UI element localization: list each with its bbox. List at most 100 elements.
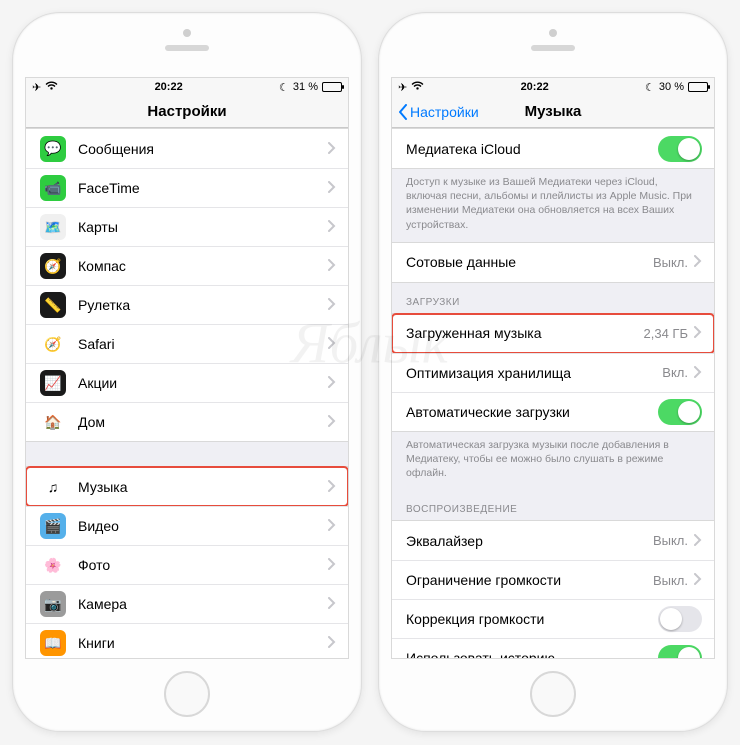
nav-bar: Настройки xyxy=(26,96,348,128)
optimize-storage-row[interactable]: Оптимизация хранилища Вкл. xyxy=(392,353,714,392)
chevron-right-icon xyxy=(328,219,336,235)
sound-check-row[interactable]: Коррекция громкости xyxy=(392,599,714,638)
photos-icon: 🌸 xyxy=(40,552,66,578)
home-button[interactable] xyxy=(530,671,576,717)
downloads-header: ЗАГРУЗКИ xyxy=(392,283,714,313)
row-label: Сообщения xyxy=(78,141,328,157)
row-label: FaceTime xyxy=(78,180,328,196)
battery-percent: 31 % xyxy=(293,81,318,93)
chevron-right-icon xyxy=(328,141,336,157)
cellular-data-row[interactable]: Сотовые данные Выкл. xyxy=(392,243,714,282)
measure-icon: 📏 xyxy=(40,292,66,318)
row-label: Медиатека iCloud xyxy=(406,141,658,157)
settings-row-facetime[interactable]: 📹 FaceTime xyxy=(26,168,348,207)
equalizer-row[interactable]: Эквалайзер Выкл. xyxy=(392,521,714,560)
settings-row-stocks[interactable]: 📈Акции xyxy=(26,363,348,402)
camera-dot xyxy=(183,29,191,37)
row-label: Сотовые данные xyxy=(406,254,653,270)
airplane-icon: ✈ xyxy=(32,81,41,94)
books-icon: 📖 xyxy=(40,630,66,656)
chevron-right-icon xyxy=(694,533,702,549)
row-label: Коррекция громкости xyxy=(406,611,658,627)
row-label: Ограничение громкости xyxy=(406,572,653,588)
back-button[interactable]: Настройки xyxy=(398,96,479,127)
settings-row-books[interactable]: 📖 Книги xyxy=(26,623,348,658)
row-label: Рулетка xyxy=(78,297,328,313)
phone-frame-right: ✈ 20:22 ☾ 30 % Настройки Музыка Мед xyxy=(378,12,728,732)
safari-icon: 🧭 xyxy=(40,331,66,357)
settings-row-photos[interactable]: 🌸 Фото xyxy=(26,545,348,584)
toggle-switch[interactable] xyxy=(658,136,702,162)
nav-title: Музыка xyxy=(525,103,582,120)
chevron-right-icon xyxy=(694,365,702,381)
settings-row-compass[interactable]: 🧭 Компас xyxy=(26,246,348,285)
icloud-footer: Доступ к музыке из Вашей Медиатеки через… xyxy=(392,169,714,242)
row-detail: Выкл. xyxy=(653,573,688,588)
toggle-switch[interactable] xyxy=(658,645,702,658)
chevron-right-icon xyxy=(328,336,336,352)
screen-right: ✈ 20:22 ☾ 30 % Настройки Музыка Мед xyxy=(391,77,715,659)
moon-icon: ☾ xyxy=(645,81,655,94)
compass-icon: 🧭 xyxy=(40,253,66,279)
wifi-icon xyxy=(411,81,424,94)
row-label: Компас xyxy=(78,258,328,274)
wifi-icon xyxy=(45,81,58,94)
music-icon: ♫ xyxy=(40,474,66,500)
status-time: 20:22 xyxy=(521,81,549,93)
row-label: Книги xyxy=(78,635,328,651)
screen-left: ✈ 20:22 ☾ 31 % Настройки 💬Сообщения 📹 Face… xyxy=(25,77,349,659)
row-label: Загруженная музыка xyxy=(406,325,644,341)
toggle-switch[interactable] xyxy=(658,606,702,632)
row-label: Видео xyxy=(78,518,328,534)
toggle-switch[interactable] xyxy=(658,399,702,425)
row-label: Safari xyxy=(78,336,328,352)
chevron-right-icon xyxy=(694,572,702,588)
row-detail: 2,34 ГБ xyxy=(644,326,688,341)
row-label: Фото xyxy=(78,557,328,573)
row-detail: Выкл. xyxy=(653,533,688,548)
chevron-right-icon xyxy=(328,635,336,651)
chevron-right-icon xyxy=(328,479,336,495)
playback-header: ВОСПРОИЗВЕДЕНИЕ xyxy=(392,490,714,520)
home-button[interactable] xyxy=(164,671,210,717)
camera-icon: 📷 xyxy=(40,591,66,617)
settings-row-messages[interactable]: 💬Сообщения xyxy=(26,129,348,168)
use-history-row[interactable]: Использовать историю xyxy=(392,638,714,658)
status-time: 20:22 xyxy=(155,81,183,93)
chevron-right-icon xyxy=(694,254,702,270)
volume-limit-row[interactable]: Ограничение громкости Выкл. xyxy=(392,560,714,599)
chevron-right-icon xyxy=(328,557,336,573)
airplane-icon: ✈ xyxy=(398,81,407,94)
downloaded-music-row[interactable]: Загруженная музыка 2,34 ГБ xyxy=(392,314,714,353)
chevron-right-icon xyxy=(328,258,336,274)
automatic-downloads-row[interactable]: Автоматические загрузки xyxy=(392,392,714,431)
nav-bar: Настройки Музыка xyxy=(392,96,714,128)
row-label: Эквалайзер xyxy=(406,533,653,549)
battery-icon xyxy=(688,82,708,92)
row-detail: Выкл. xyxy=(653,255,688,270)
facetime-icon: 📹 xyxy=(40,175,66,201)
moon-icon: ☾ xyxy=(279,81,289,94)
settings-row-music[interactable]: ♫Музыка xyxy=(26,467,348,506)
settings-row-videos[interactable]: 🎬 Видео xyxy=(26,506,348,545)
row-detail: Вкл. xyxy=(662,365,688,380)
music-settings[interactable]: Медиатека iCloud Доступ к музыке из Ваше… xyxy=(392,128,714,658)
chevron-right-icon xyxy=(328,596,336,612)
speaker-slot xyxy=(531,45,575,51)
chevron-right-icon xyxy=(694,325,702,341)
row-label: Карты xyxy=(78,219,328,235)
settings-row-home[interactable]: 🏠Дом xyxy=(26,402,348,441)
settings-list[interactable]: 💬Сообщения 📹 FaceTime 🗺️Карты 🧭 Компас 📏 Рулетк… xyxy=(26,128,348,658)
settings-row-maps[interactable]: 🗺️Карты xyxy=(26,207,348,246)
icloud-library-row[interactable]: Медиатека iCloud xyxy=(392,129,714,168)
speaker-slot xyxy=(165,45,209,51)
home-icon: 🏠 xyxy=(40,409,66,435)
settings-row-camera[interactable]: 📷Камера xyxy=(26,584,348,623)
videos-icon: 🎬 xyxy=(40,513,66,539)
settings-row-measure[interactable]: 📏 Рулетка xyxy=(26,285,348,324)
row-label: Автоматические загрузки xyxy=(406,404,658,420)
row-label: Акции xyxy=(78,375,328,391)
battery-percent: 30 % xyxy=(659,81,684,93)
status-bar: ✈ 20:22 ☾ 30 % xyxy=(392,78,714,96)
settings-row-safari[interactable]: 🧭 Safari xyxy=(26,324,348,363)
